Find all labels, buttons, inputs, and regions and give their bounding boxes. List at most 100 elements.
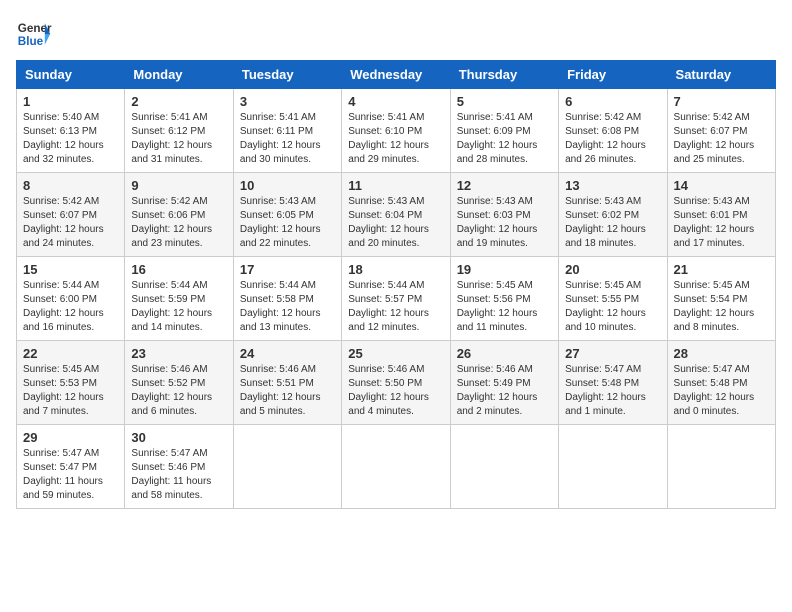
day-info: Sunrise: 5:42 AM Sunset: 6:08 PM Dayligh… <box>565 111 660 167</box>
day-info: Sunrise: 5:43 AM Sunset: 6:01 PM Dayligh… <box>674 195 769 251</box>
day-info: Sunrise: 5:46 AM Sunset: 5:49 PM Dayligh… <box>457 363 552 419</box>
calendar-cell: 8 Sunrise: 5:42 AM Sunset: 6:07 PM Daylig… <box>17 173 125 257</box>
day-info: Sunrise: 5:42 AM Sunset: 6:07 PM Dayligh… <box>23 195 118 251</box>
day-number: 3 <box>240 94 335 109</box>
calendar-week-4: 22Sunrise: 5:45 AM Sunset: 5:53 PM Dayli… <box>17 341 776 425</box>
calendar-cell <box>559 425 667 509</box>
day-info: Sunrise: 5:41 AM Sunset: 6:09 PM Dayligh… <box>457 111 552 167</box>
day-number: 12 <box>457 178 552 193</box>
calendar-cell: 17Sunrise: 5:44 AM Sunset: 5:58 PM Dayli… <box>233 257 341 341</box>
weekday-header-thursday: Thursday <box>450 61 558 89</box>
day-info: Sunrise: 5:47 AM Sunset: 5:48 PM Dayligh… <box>674 363 769 419</box>
calendar-cell: 26 Sunrise: 5:46 AM Sunset: 5:49 PM Dayli… <box>450 341 558 425</box>
calendar-cell: 21Sunrise: 5:45 AM Sunset: 5:54 PM Dayli… <box>667 257 775 341</box>
calendar-cell <box>450 425 558 509</box>
day-number: 22 <box>23 346 118 361</box>
day-info: Sunrise: 5:42 AM Sunset: 6:07 PM Dayligh… <box>674 111 769 167</box>
day-info: Sunrise: 5:43 AM Sunset: 6:03 PM Dayligh… <box>457 195 552 251</box>
day-info: Sunrise: 5:40 AM Sunset: 6:13 PM Dayligh… <box>23 111 118 167</box>
day-info: Sunrise: 5:46 AM Sunset: 5:52 PM Dayligh… <box>131 363 226 419</box>
logo-icon: General Blue <box>16 16 52 52</box>
day-info: Sunrise: 5:43 AM Sunset: 6:04 PM Dayligh… <box>348 195 443 251</box>
calendar-cell: 15 Sunrise: 5:44 AM Sunset: 6:00 PM Dayli… <box>17 257 125 341</box>
day-number: 14 <box>674 178 769 193</box>
svg-text:Blue: Blue <box>18 35 44 48</box>
calendar-cell <box>342 425 450 509</box>
day-info: Sunrise: 5:43 AM Sunset: 6:05 PM Dayligh… <box>240 195 335 251</box>
day-number: 28 <box>674 346 769 361</box>
calendar-week-2: 8 Sunrise: 5:42 AM Sunset: 6:07 PM Daylig… <box>17 173 776 257</box>
weekday-header-saturday: Saturday <box>667 61 775 89</box>
calendar-cell: 20 Sunrise: 5:45 AM Sunset: 5:55 PM Dayli… <box>559 257 667 341</box>
calendar-week-5: 29Sunrise: 5:47 AM Sunset: 5:47 PM Dayli… <box>17 425 776 509</box>
day-number: 2 <box>131 94 226 109</box>
day-info: Sunrise: 5:42 AM Sunset: 6:06 PM Dayligh… <box>131 195 226 251</box>
day-info: Sunrise: 5:47 AM Sunset: 5:46 PM Dayligh… <box>131 447 226 503</box>
calendar-cell: 3 Sunrise: 5:41 AM Sunset: 6:11 PM Daylig… <box>233 89 341 173</box>
calendar-cell <box>667 425 775 509</box>
day-number: 1 <box>23 94 118 109</box>
day-info: Sunrise: 5:41 AM Sunset: 6:12 PM Dayligh… <box>131 111 226 167</box>
day-number: 29 <box>23 430 118 445</box>
calendar-cell: 9 Sunrise: 5:42 AM Sunset: 6:06 PM Daylig… <box>125 173 233 257</box>
calendar-cell: 2 Sunrise: 5:41 AM Sunset: 6:12 PM Daylig… <box>125 89 233 173</box>
day-info: Sunrise: 5:45 AM Sunset: 5:55 PM Dayligh… <box>565 279 660 335</box>
calendar-cell: 13 Sunrise: 5:43 AM Sunset: 6:02 PM Dayli… <box>559 173 667 257</box>
day-number: 8 <box>23 178 118 193</box>
day-number: 11 <box>348 178 443 193</box>
calendar-cell: 29Sunrise: 5:47 AM Sunset: 5:47 PM Dayli… <box>17 425 125 509</box>
day-number: 27 <box>565 346 660 361</box>
calendar-cell: 19 Sunrise: 5:45 AM Sunset: 5:56 PM Dayli… <box>450 257 558 341</box>
calendar-cell: 27 Sunrise: 5:47 AM Sunset: 5:48 PM Dayli… <box>559 341 667 425</box>
day-number: 24 <box>240 346 335 361</box>
calendar-cell: 14 Sunrise: 5:43 AM Sunset: 6:01 PM Dayli… <box>667 173 775 257</box>
day-info: Sunrise: 5:43 AM Sunset: 6:02 PM Dayligh… <box>565 195 660 251</box>
day-info: Sunrise: 5:44 AM Sunset: 5:57 PM Dayligh… <box>348 279 443 335</box>
calendar-cell: 23 Sunrise: 5:46 AM Sunset: 5:52 PM Dayli… <box>125 341 233 425</box>
calendar-body: 1 Sunrise: 5:40 AM Sunset: 6:13 PM Daylig… <box>17 89 776 509</box>
day-number: 30 <box>131 430 226 445</box>
calendar-cell <box>233 425 341 509</box>
day-number: 19 <box>457 262 552 277</box>
day-info: Sunrise: 5:45 AM Sunset: 5:56 PM Dayligh… <box>457 279 552 335</box>
day-info: Sunrise: 5:44 AM Sunset: 6:00 PM Dayligh… <box>23 279 118 335</box>
day-number: 10 <box>240 178 335 193</box>
calendar-cell: 18 Sunrise: 5:44 AM Sunset: 5:57 PM Dayli… <box>342 257 450 341</box>
day-info: Sunrise: 5:44 AM Sunset: 5:59 PM Dayligh… <box>131 279 226 335</box>
calendar-cell: 12 Sunrise: 5:43 AM Sunset: 6:03 PM Dayli… <box>450 173 558 257</box>
calendar-cell: 4Sunrise: 5:41 AM Sunset: 6:10 PM Daylig… <box>342 89 450 173</box>
day-number: 18 <box>348 262 443 277</box>
calendar-cell: 25 Sunrise: 5:46 AM Sunset: 5:50 PM Dayli… <box>342 341 450 425</box>
weekday-header-friday: Friday <box>559 61 667 89</box>
weekday-header-wednesday: Wednesday <box>342 61 450 89</box>
day-info: Sunrise: 5:46 AM Sunset: 5:50 PM Dayligh… <box>348 363 443 419</box>
day-number: 25 <box>348 346 443 361</box>
page-header: General Blue <box>16 16 776 52</box>
day-number: 26 <box>457 346 552 361</box>
calendar-cell: 28 Sunrise: 5:47 AM Sunset: 5:48 PM Dayli… <box>667 341 775 425</box>
logo: General Blue <box>16 16 52 52</box>
calendar-cell: 6Sunrise: 5:42 AM Sunset: 6:08 PM Daylig… <box>559 89 667 173</box>
day-number: 20 <box>565 262 660 277</box>
calendar-cell: 5Sunrise: 5:41 AM Sunset: 6:09 PM Daylig… <box>450 89 558 173</box>
calendar-cell: 7 Sunrise: 5:42 AM Sunset: 6:07 PM Daylig… <box>667 89 775 173</box>
day-number: 13 <box>565 178 660 193</box>
calendar-cell: 30 Sunrise: 5:47 AM Sunset: 5:46 PM Dayli… <box>125 425 233 509</box>
day-info: Sunrise: 5:46 AM Sunset: 5:51 PM Dayligh… <box>240 363 335 419</box>
day-info: Sunrise: 5:41 AM Sunset: 6:11 PM Dayligh… <box>240 111 335 167</box>
day-number: 16 <box>131 262 226 277</box>
calendar-cell: 11 Sunrise: 5:43 AM Sunset: 6:04 PM Dayli… <box>342 173 450 257</box>
weekday-header-sunday: Sunday <box>17 61 125 89</box>
calendar-cell: 1 Sunrise: 5:40 AM Sunset: 6:13 PM Daylig… <box>17 89 125 173</box>
calendar-cell: 16 Sunrise: 5:44 AM Sunset: 5:59 PM Dayli… <box>125 257 233 341</box>
day-number: 9 <box>131 178 226 193</box>
day-info: Sunrise: 5:44 AM Sunset: 5:58 PM Dayligh… <box>240 279 335 335</box>
day-info: Sunrise: 5:47 AM Sunset: 5:48 PM Dayligh… <box>565 363 660 419</box>
day-number: 23 <box>131 346 226 361</box>
day-info: Sunrise: 5:41 AM Sunset: 6:10 PM Dayligh… <box>348 111 443 167</box>
calendar-header-row: SundayMondayTuesdayWednesdayThursdayFrid… <box>17 61 776 89</box>
day-number: 21 <box>674 262 769 277</box>
day-number: 15 <box>23 262 118 277</box>
calendar-cell: 10 Sunrise: 5:43 AM Sunset: 6:05 PM Dayli… <box>233 173 341 257</box>
day-number: 7 <box>674 94 769 109</box>
